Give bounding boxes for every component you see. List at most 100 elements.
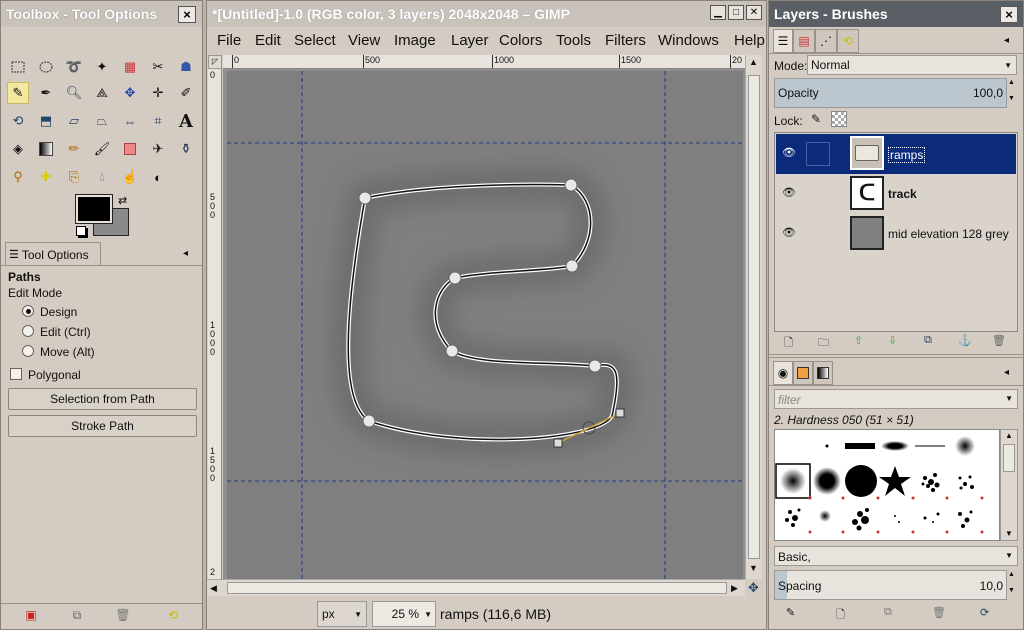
edit-mode-option-label[interactable]: Edit (Ctrl): [40, 325, 91, 339]
edit-mode-radio[interactable]: [22, 325, 34, 337]
layer-name-mid-elevation[interactable]: mid elevation 128 grey: [888, 227, 1009, 241]
spacing-slider[interactable]: Spacing 10,0: [774, 570, 1007, 600]
new-brush-icon[interactable]: 🗋: [836, 606, 845, 625]
brush-scrollbar[interactable]: ▲ ▼: [1000, 429, 1018, 541]
default-colors-icon[interactable]: [76, 226, 86, 236]
ruler-corner[interactable]: ◸: [208, 55, 222, 69]
scroll-up-icon[interactable]: ▲: [749, 57, 758, 67]
scroll-left-icon[interactable]: ◀: [210, 583, 217, 594]
horizontal-scroll-thumb[interactable]: [227, 582, 727, 594]
delete-brush-icon[interactable]: 🗑︎: [932, 606, 946, 619]
foreground-select-tool-icon[interactable]: ☗: [175, 56, 197, 78]
duplicate-brush-icon[interactable]: ⧉: [884, 606, 892, 619]
tab-undo[interactable]: ⟲: [837, 29, 859, 53]
paths-tool-icon[interactable]: ✎: [7, 82, 29, 104]
rect-select-tool-icon[interactable]: [7, 56, 29, 78]
horizontal-scrollbar[interactable]: ◀ ▶: [207, 579, 745, 596]
image-titlebar[interactable]: *[Untitled]-1.0 (RGB color, 3 layers) 20…: [207, 1, 766, 27]
layers-titlebar[interactable]: Layers - Brushes: [769, 1, 1023, 27]
toolbox-titlebar[interactable]: Toolbox - Tool Options: [1, 1, 202, 27]
toolbox-close-button[interactable]: ×: [178, 6, 196, 23]
opacity-slider[interactable]: Opacity 100,0: [774, 78, 1007, 108]
color-select-tool-icon[interactable]: ▦: [119, 56, 141, 78]
eraser-tool-icon[interactable]: [119, 138, 141, 160]
maximize-button[interactable]: □: [728, 5, 744, 20]
heal-tool-icon[interactable]: ✚: [35, 166, 57, 188]
chain-toggle[interactable]: [806, 142, 830, 166]
opacity-spin-down[interactable]: ▼: [1008, 95, 1015, 102]
move-mode-radio[interactable]: [22, 345, 34, 357]
menu-file[interactable]: File: [217, 32, 241, 49]
measure-tool-icon[interactable]: ⟁: [91, 82, 113, 104]
text-tool-icon[interactable]: A: [175, 110, 197, 132]
edit-brush-icon[interactable]: ✎: [786, 606, 795, 619]
brush-scroll-thumb[interactable]: [1003, 444, 1015, 472]
visibility-eye-icon[interactable]: 👁︎: [782, 186, 796, 199]
stroke-path-button[interactable]: Stroke Path: [8, 415, 197, 437]
dock-divider[interactable]: [769, 354, 1023, 358]
delete-layer-icon[interactable]: 🗑︎: [992, 334, 1006, 347]
lower-layer-icon[interactable]: ⇩: [888, 334, 897, 347]
perspective-clone-tool-icon[interactable]: ⎘: [63, 166, 85, 188]
perspective-tool-icon[interactable]: ⏢: [91, 110, 113, 132]
menu-tools[interactable]: Tools: [556, 32, 591, 49]
pencil-tool-icon[interactable]: ✏: [63, 138, 85, 160]
swap-colors-icon[interactable]: ⇄: [118, 194, 127, 207]
blur-tool-icon[interactable]: 💧︎: [91, 166, 113, 188]
menu-windows[interactable]: Windows: [658, 32, 719, 49]
menu-help[interactable]: Help: [734, 32, 765, 49]
navigate-icon[interactable]: ✥: [745, 579, 762, 596]
vertical-ruler[interactable]: 0 5 0 0 1 0 0 0 1 5 0 0 2: [208, 69, 222, 579]
vertical-scroll-thumb[interactable]: [748, 75, 760, 559]
design-mode-radio[interactable]: [22, 305, 34, 317]
tab-channels[interactable]: ▤: [793, 29, 815, 53]
layer-name-ramps[interactable]: ramps: [888, 147, 926, 163]
duplicate-layer-icon[interactable]: ⧉: [924, 334, 932, 347]
smudge-tool-icon[interactable]: ☝: [119, 166, 141, 188]
bucket-fill-tool-icon[interactable]: ◈: [7, 138, 29, 160]
reset-options-icon[interactable]: ⟲: [165, 607, 181, 623]
polygonal-label[interactable]: Polygonal: [28, 368, 81, 382]
brush-scroll-down-icon[interactable]: ▼: [1005, 529, 1013, 538]
horizontal-ruler[interactable]: 0 500 1000 1500 20: [223, 55, 745, 69]
canvas-area[interactable]: [223, 69, 745, 579]
brush-scroll-up-icon[interactable]: ▲: [1005, 431, 1013, 440]
delete-options-icon[interactable]: 🗑︎: [115, 607, 131, 623]
blend-tool-icon[interactable]: [35, 138, 57, 160]
vertical-scrollbar[interactable]: ▲ ▼: [745, 55, 762, 579]
spacing-spin-down[interactable]: ▼: [1008, 587, 1015, 594]
flip-tool-icon[interactable]: ⇔: [119, 110, 141, 132]
menu-edit[interactable]: Edit: [255, 32, 281, 49]
brush-preset-select[interactable]: Basic, ▼: [774, 546, 1018, 566]
opacity-spin-up[interactable]: ▲: [1008, 79, 1015, 86]
dodge-burn-tool-icon[interactable]: ◐: [147, 166, 169, 188]
ellipse-select-tool-icon[interactable]: [35, 56, 57, 78]
scale-tool-icon[interactable]: ⬒: [35, 110, 57, 132]
scissors-tool-icon[interactable]: ✂: [147, 56, 169, 78]
airbrush-tool-icon[interactable]: ✈: [147, 138, 169, 160]
visibility-eye-icon[interactable]: 👁︎: [782, 146, 796, 159]
menu-select[interactable]: Select: [294, 32, 336, 49]
fuzzy-select-tool-icon[interactable]: ✦: [91, 56, 113, 78]
free-select-tool-icon[interactable]: ➰: [63, 56, 85, 78]
menu-filters[interactable]: Filters: [605, 32, 646, 49]
cage-transform-tool-icon[interactable]: ⌗: [147, 110, 169, 132]
brush-filter-input[interactable]: filter ▼: [774, 389, 1018, 409]
layer-row-mid-elevation[interactable]: 👁︎ mid elevation 128 grey: [776, 214, 1016, 254]
polygonal-checkbox[interactable]: [10, 368, 22, 380]
new-layer-group-icon[interactable]: 🗀: [818, 334, 829, 353]
brushes-tab-menu-icon[interactable]: ◂: [1004, 367, 1009, 378]
lock-alpha-icon[interactable]: [831, 111, 847, 127]
tab-brushes[interactable]: ◉: [773, 361, 793, 385]
minimize-button[interactable]: ▁: [710, 5, 726, 20]
rotate-tool-icon[interactable]: ⟲: [7, 110, 29, 132]
layer-row-ramps[interactable]: 👁︎ ramps: [776, 134, 1016, 174]
tool-options-menu-icon[interactable]: ◂: [183, 248, 188, 259]
design-mode-label[interactable]: Design: [40, 305, 77, 319]
foreground-color-swatch[interactable]: [75, 194, 113, 224]
clone-tool-icon[interactable]: ⚲: [7, 166, 29, 188]
ink-tool-icon[interactable]: ⚱: [175, 138, 197, 160]
align-tool-icon[interactable]: ✛: [147, 82, 169, 104]
refresh-brushes-icon[interactable]: ⟳: [980, 606, 989, 619]
menu-colors[interactable]: Colors: [499, 32, 542, 49]
